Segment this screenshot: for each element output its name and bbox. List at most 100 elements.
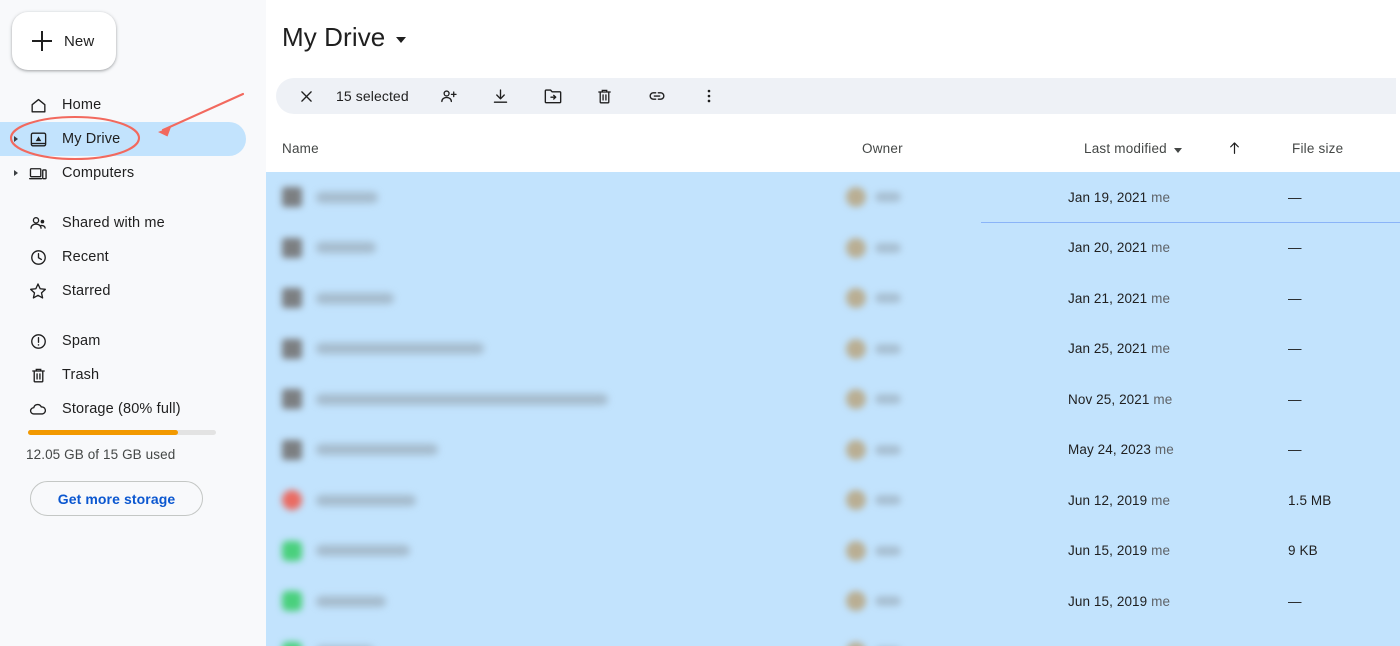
table-row[interactable]: Jan 21, 2021 me — — [266, 273, 1400, 324]
storage-progress-bar — [28, 430, 216, 435]
last-modified-by: me — [1147, 492, 1171, 508]
table-row[interactable]: Jan 19, 2021 me — — [266, 172, 1400, 223]
column-header-owner[interactable]: Owner — [862, 141, 903, 156]
close-icon[interactable] — [288, 78, 324, 114]
sidebar-item-storage[interactable]: Storage (80% full) — [0, 392, 266, 426]
file-name-cell[interactable] — [282, 490, 416, 511]
file-name-cell[interactable] — [282, 237, 376, 258]
column-header-name[interactable]: Name — [282, 141, 319, 156]
file-name-cell[interactable] — [282, 591, 386, 612]
spreadsheet-file-icon — [282, 641, 302, 646]
expand-caret-icon[interactable] — [14, 136, 18, 142]
last-modified-by: me — [1149, 391, 1173, 407]
file-name-cell[interactable] — [282, 187, 378, 208]
owner-name-redacted — [875, 293, 901, 304]
sidebar-nav: Home My Drive Computers Shared with me R… — [0, 88, 266, 426]
file-name-cell[interactable] — [282, 288, 394, 309]
owner-cell — [846, 641, 901, 646]
file-name-cell[interactable] — [282, 540, 410, 561]
file-name-redacted — [316, 545, 410, 557]
file-name-redacted — [316, 595, 386, 607]
owner-name-redacted — [875, 394, 901, 405]
column-headers: Name Owner Last modified File size — [266, 134, 1400, 170]
table-row[interactable] — [266, 626, 1400, 646]
trash-icon — [28, 365, 48, 385]
sidebar-item-computers[interactable]: Computers — [0, 156, 266, 190]
sidebar-item-label: Recent — [62, 249, 109, 265]
sidebar-item-spam[interactable]: Spam — [0, 324, 266, 358]
table-row[interactable]: May 24, 2023 me — — [266, 424, 1400, 475]
file-size-cell: — — [1288, 240, 1302, 256]
owner-cell — [846, 439, 901, 460]
owner-name-redacted — [875, 444, 901, 455]
sidebar-item-trash[interactable]: Trash — [0, 358, 266, 392]
owner-cell — [846, 237, 901, 258]
sidebar-item-recent[interactable]: Recent — [0, 240, 266, 274]
owner-cell — [846, 490, 901, 511]
more-vert-icon[interactable] — [691, 78, 727, 114]
file-name-redacted — [316, 444, 438, 456]
home-icon — [28, 95, 48, 115]
column-header-file-size[interactable]: File size — [1292, 141, 1343, 156]
table-row[interactable]: Jan 20, 2021 me — — [266, 222, 1400, 273]
last-modified-cell: Jun 12, 2019 me — [1068, 493, 1170, 508]
get-more-storage-button[interactable]: Get more storage — [30, 481, 203, 516]
owner-name-redacted — [875, 596, 901, 607]
share-icon[interactable] — [431, 78, 467, 114]
table-row[interactable]: Nov 25, 2021 me — — [266, 374, 1400, 425]
avatar — [846, 540, 866, 561]
last-modified-date: Jun 12, 2019 — [1068, 492, 1148, 508]
clock-icon — [28, 247, 48, 267]
last-modified-date: Jan 25, 2021 — [1068, 341, 1148, 357]
file-name-cell[interactable] — [282, 389, 608, 410]
page-title[interactable]: My Drive — [282, 22, 407, 53]
table-row[interactable]: Jun 15, 2019 me — — [266, 576, 1400, 627]
file-name-cell[interactable] — [282, 439, 438, 460]
owner-cell — [846, 540, 901, 561]
link-icon[interactable] — [639, 78, 675, 114]
new-button[interactable]: New — [12, 12, 116, 70]
last-modified-date: Nov 25, 2021 — [1068, 391, 1150, 407]
storage-progress-fill — [28, 430, 179, 435]
trash-icon[interactable] — [587, 78, 623, 114]
selection-toolbar: 15 selected — [276, 78, 1396, 114]
file-list[interactable]: Jan 19, 2021 me — Jan 20, 2021 me — Jan 21, … — [266, 172, 1400, 646]
last-modified-cell: May 24, 2023 me — [1068, 442, 1174, 457]
sidebar-item-home[interactable]: Home — [0, 88, 266, 122]
people-icon — [28, 213, 48, 233]
file-name-cell[interactable] — [282, 641, 374, 646]
avatar — [846, 338, 866, 359]
expand-caret-icon[interactable] — [14, 170, 18, 176]
sidebar: New Home My Drive Computers Shared with … — [0, 0, 266, 646]
owner-cell — [846, 187, 901, 208]
file-size-cell: — — [1288, 442, 1302, 458]
file-name-cell[interactable] — [282, 338, 484, 359]
avatar — [846, 288, 866, 309]
new-button-label: New — [64, 32, 95, 50]
file-name-redacted — [316, 292, 394, 304]
sidebar-item-shared-with-me[interactable]: Shared with me — [0, 206, 266, 240]
sidebar-item-starred[interactable]: Starred — [0, 274, 266, 308]
table-row[interactable]: Jan 25, 2021 me — — [266, 323, 1400, 374]
last-modified-date: Jun 15, 2019 — [1068, 593, 1148, 609]
last-modified-by: me — [1151, 442, 1174, 458]
table-row[interactable]: Jun 12, 2019 me 1.5 MB — [266, 475, 1400, 526]
last-modified-cell: Jan 20, 2021 me — [1068, 240, 1170, 255]
owner-name-redacted — [875, 192, 901, 203]
file-name-redacted — [316, 242, 376, 254]
chevron-down-icon[interactable] — [396, 37, 407, 43]
last-modified-cell: Jun 15, 2019 me — [1068, 594, 1170, 609]
download-icon[interactable] — [483, 78, 519, 114]
last-modified-by: me — [1147, 189, 1171, 205]
sort-direction-button[interactable] — [1226, 138, 1243, 161]
table-row[interactable]: Jun 15, 2019 me 9 KB — [266, 525, 1400, 576]
sidebar-item-label: Computers — [62, 165, 135, 181]
last-modified-cell: Nov 25, 2021 me — [1068, 392, 1172, 407]
move-to-folder-icon[interactable] — [535, 78, 571, 114]
sidebar-item-label: Trash — [62, 367, 100, 383]
last-modified-cell: Jan 19, 2021 me — [1068, 190, 1170, 205]
folder-icon — [282, 338, 302, 359]
sidebar-item-label: Storage (80% full) — [62, 401, 181, 417]
column-header-last-modified[interactable]: Last modified — [1084, 141, 1182, 156]
sidebar-item-my-drive[interactable]: My Drive — [0, 122, 246, 156]
